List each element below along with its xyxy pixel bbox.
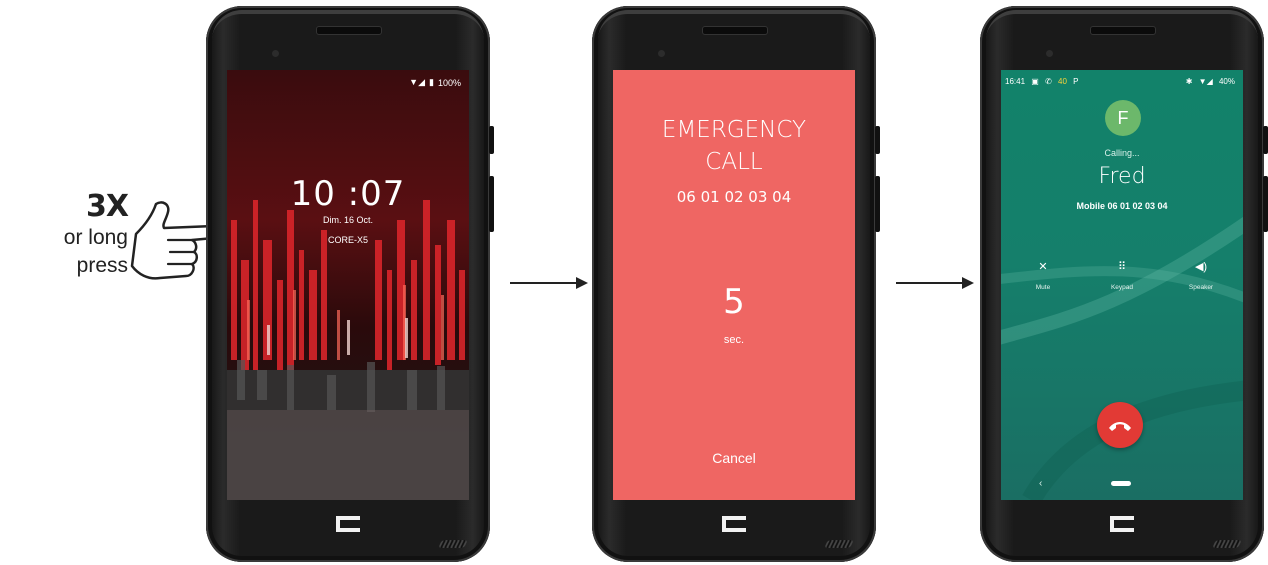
- brand-logo-icon: [1110, 516, 1134, 532]
- status-time: 16:41: [1005, 77, 1026, 86]
- notification-icon: ▣: [1031, 77, 1039, 86]
- phone-emergency-screen: EMERGENCY CALL 06 01 02 03 04 5 sec. Can…: [592, 6, 880, 562]
- avatar: F: [1105, 100, 1141, 136]
- phone-lock-screen: ▼◢ ▮ 100% 10 :07 Dim. 16 Oct. CORE-X5: [206, 6, 494, 562]
- keypad-label: Keypad: [1110, 284, 1134, 291]
- battery-level: 100%: [437, 77, 461, 88]
- speaker-grille: [824, 540, 854, 548]
- volume-button[interactable]: [875, 176, 880, 232]
- signal-icon: ▼◢: [1198, 77, 1213, 86]
- volume-button[interactable]: [489, 176, 494, 232]
- instruction: 3X or long press: [18, 189, 129, 280]
- wifi-icon: ▼◢: [409, 77, 426, 87]
- side-button[interactable]: [875, 126, 880, 154]
- instruction-line-1: or long: [63, 226, 128, 249]
- speaker-label: Speaker: [1188, 284, 1214, 291]
- call-icon: ✆: [1045, 77, 1052, 86]
- home-button[interactable]: [1111, 481, 1131, 486]
- mute-label: Mute: [1035, 284, 1051, 291]
- front-camera: [272, 50, 279, 57]
- press-count: 3X: [85, 189, 129, 224]
- status-bar: ▼◢ ▮ 100%: [409, 77, 461, 88]
- front-camera: [658, 50, 665, 57]
- brand-logo-icon: [722, 516, 746, 532]
- keypad-icon: ⠿: [1117, 261, 1127, 273]
- earpiece: [702, 26, 768, 35]
- hang-up-icon: [1109, 422, 1131, 431]
- arrow-right-icon: [896, 277, 974, 289]
- phone-calling-screen: 16:41 ▣ ✆ 40 P ✱ ▼◢ 40% F Calling... Fre…: [980, 6, 1268, 562]
- call-controls: ✕ Mute ⠿ Keypad ◀) Speaker: [1011, 260, 1233, 291]
- brand-logo-icon: [336, 516, 360, 532]
- speaker-grille: [438, 540, 468, 548]
- speaker-grille: [1212, 540, 1242, 548]
- emergency-number: 06 01 02 03 04: [676, 188, 792, 206]
- earpiece: [316, 26, 382, 35]
- calling-screen: 16:41 ▣ ✆ 40 P ✱ ▼◢ 40% F Calling... Fre…: [1001, 70, 1243, 500]
- end-call-button[interactable]: [1097, 402, 1143, 448]
- instruction-line-2: press: [76, 254, 128, 277]
- side-button[interactable]: [489, 126, 494, 154]
- date: Dim. 16 Oct.: [322, 215, 373, 225]
- lock-screen[interactable]: ▼◢ ▮ 100% 10 :07 Dim. 16 Oct. CORE-X5: [227, 70, 469, 500]
- back-icon[interactable]: ‹: [1039, 478, 1042, 489]
- emergency-title-line-1: EMERGENCY: [661, 117, 807, 143]
- battery-icon: ▮: [429, 77, 434, 87]
- arrow-right-icon: [510, 277, 588, 289]
- mute-button[interactable]: ✕ Mute: [1011, 260, 1075, 291]
- volume-button[interactable]: [1263, 176, 1268, 232]
- wallpaper: [227, 70, 469, 500]
- parking-icon: P: [1073, 77, 1079, 86]
- speaker-icon: ◀): [1194, 261, 1208, 273]
- battery-level: 40%: [1218, 77, 1235, 86]
- keypad-button[interactable]: ⠿ Keypad: [1090, 260, 1154, 291]
- side-button[interactable]: [1263, 126, 1268, 154]
- bluetooth-icon: ✱: [1185, 77, 1193, 86]
- clock: 10 :07: [290, 174, 406, 214]
- emergency-title-line-2: CALL: [705, 149, 763, 175]
- countdown-value: 5: [723, 282, 745, 322]
- speaker-button[interactable]: ◀) Speaker: [1169, 260, 1233, 291]
- contact-name: Fred: [1098, 164, 1146, 189]
- status-bar: 16:41 ▣ ✆ 40 P ✱ ▼◢ 40%: [1005, 77, 1239, 86]
- countdown-unit: sec.: [723, 334, 745, 346]
- device-model: CORE-X5: [327, 235, 368, 245]
- front-camera: [1046, 50, 1053, 57]
- emergency-screen: EMERGENCY CALL 06 01 02 03 04 5 sec. Can…: [613, 70, 855, 500]
- emergency-title: EMERGENCY CALL: [613, 114, 855, 178]
- mute-icon: ✕: [1038, 261, 1048, 273]
- cancel-button[interactable]: Cancel: [613, 450, 855, 466]
- contact-number: Mobile 06 01 02 03 04: [1076, 201, 1168, 211]
- status-num: 40: [1058, 77, 1067, 86]
- call-status: Calling...: [1104, 148, 1140, 158]
- earpiece: [1090, 26, 1156, 35]
